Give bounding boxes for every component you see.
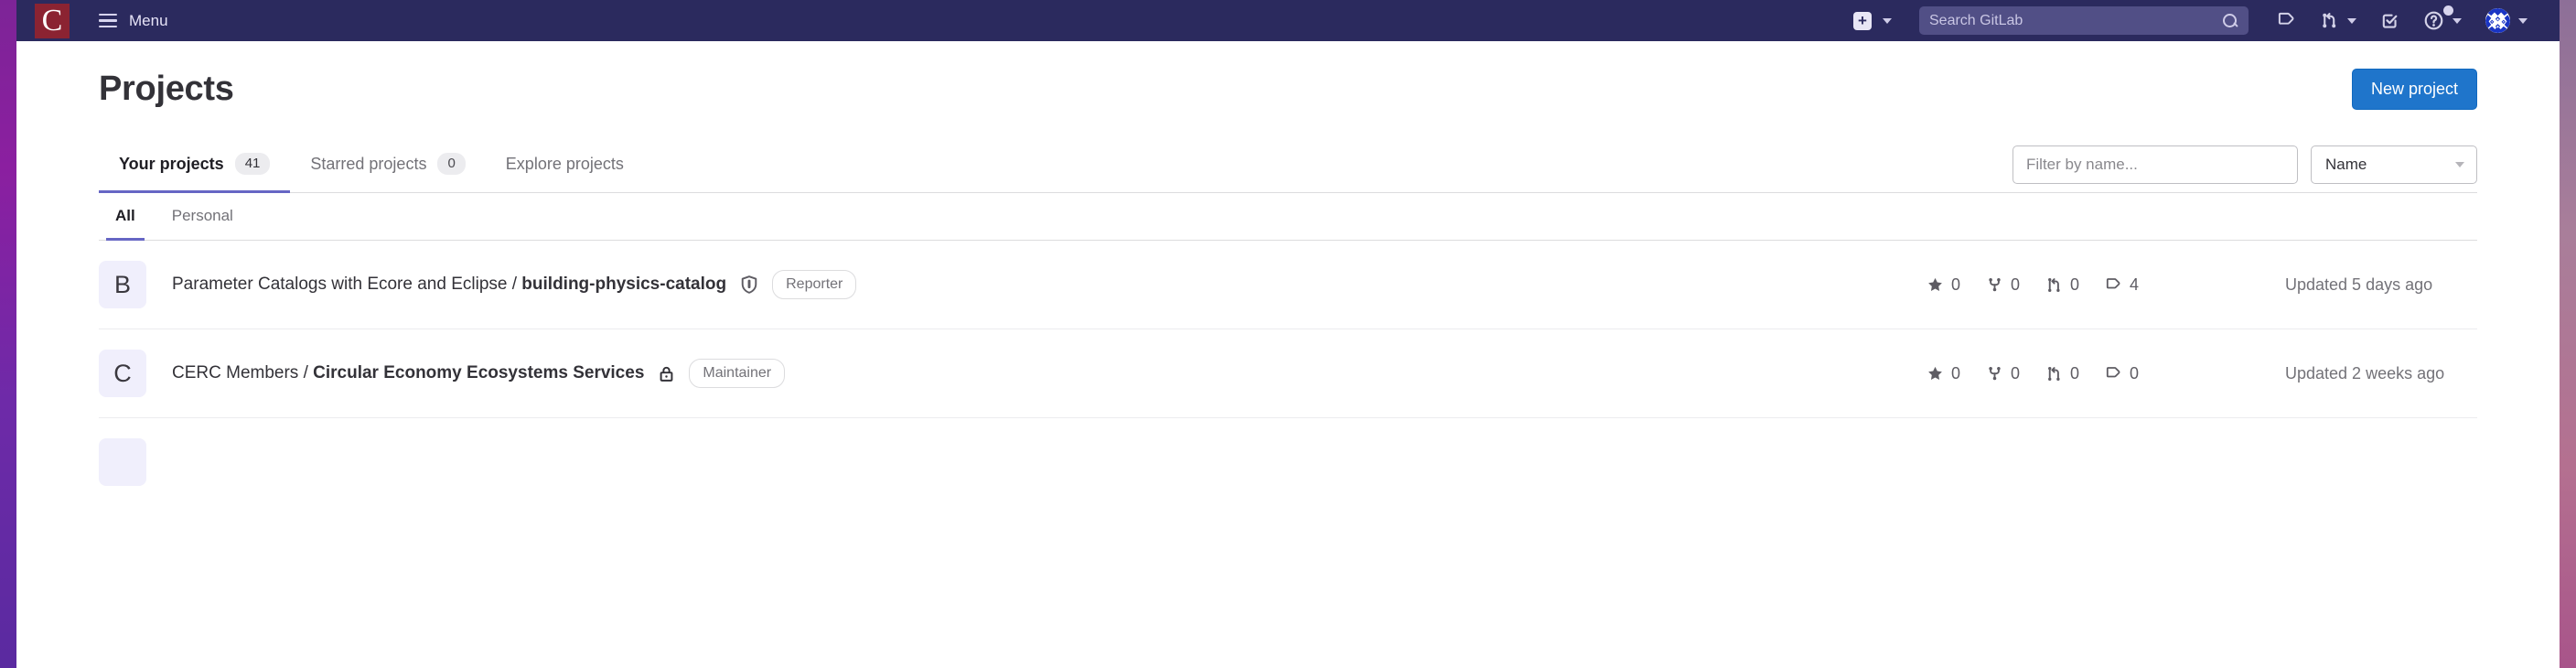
create-new-button[interactable]: +	[1853, 11, 1892, 30]
fork-icon	[1989, 366, 2001, 380]
table-row[interactable]: C CERC Members / Circular Economy Ecosys…	[99, 329, 2477, 418]
issues-icon	[2106, 366, 2120, 377]
stat-forks-value: 0	[2010, 275, 2020, 294]
tab-your-projects-label: Your projects	[119, 154, 224, 173]
star-icon	[1928, 277, 1942, 291]
page-title: Projects	[99, 70, 234, 108]
search-input[interactable]: Search GitLab	[1919, 6, 2249, 35]
stat-stars[interactable]: 0	[1927, 275, 1960, 295]
filter-by-name-input[interactable]	[2012, 145, 2298, 184]
stat-issues[interactable]: 4	[2105, 275, 2139, 295]
stat-merge-requests[interactable]: 0	[2045, 364, 2079, 383]
project-name: building-physics-catalog	[521, 275, 727, 294]
project-avatar	[99, 438, 146, 486]
projects-tabs-row: Your projects 41 Starred projects 0 Expl…	[99, 138, 2477, 193]
tab-starred-projects[interactable]: Starred projects 0	[290, 138, 485, 193]
project-updated-time: Updated 5 days ago	[2285, 275, 2433, 294]
navbar-left: C Menu	[16, 3, 168, 38]
notification-dot	[2443, 5, 2453, 16]
tab-your-projects-count: 41	[234, 153, 271, 175]
stat-issues[interactable]: 0	[2105, 364, 2139, 383]
main-menu-button[interactable]: Menu	[99, 12, 168, 30]
help-button[interactable]	[2411, 0, 2474, 41]
browser-window: C Menu + Search GitLab Projects New proj…	[0, 0, 2576, 668]
subtab-all[interactable]: All	[106, 193, 145, 241]
window-edge-left	[0, 0, 16, 668]
tab-explore-projects[interactable]: Explore projects	[486, 140, 644, 192]
fork-icon	[1989, 277, 2001, 291]
merge-request-icon	[2048, 366, 2060, 381]
page-content: Projects New project Your projects 41 St…	[16, 41, 2560, 668]
main-menu-label: Menu	[129, 11, 168, 29]
issues-icon	[2106, 277, 2120, 288]
chevron-down-icon	[2455, 162, 2464, 167]
stat-merge-requests-value: 0	[2069, 363, 2079, 382]
stat-issues-value: 0	[2129, 363, 2139, 382]
project-avatar: B	[99, 261, 146, 308]
project-namespace: CERC Members /	[172, 363, 314, 382]
project-stats: 0 0	[1927, 275, 2139, 295]
sort-dropdown[interactable]: Name	[2311, 145, 2477, 184]
hamburger-icon	[99, 13, 117, 28]
stat-stars[interactable]: 0	[1927, 364, 1960, 383]
projects-tabs: Your projects 41 Starred projects 0 Expl…	[99, 138, 644, 193]
projects-filters: Name	[2012, 145, 2477, 192]
sort-dropdown-label: Name	[2325, 156, 2367, 173]
issues-icon	[2278, 12, 2294, 25]
tab-your-projects[interactable]: Your projects 41	[99, 138, 291, 193]
stat-stars-value: 0	[1950, 275, 1960, 294]
lock-icon	[657, 364, 676, 383]
stat-forks[interactable]: 0	[1986, 275, 2020, 295]
todos-button[interactable]	[2368, 0, 2411, 41]
star-icon	[1928, 366, 1942, 380]
todos-icon	[2382, 14, 2398, 28]
project-updated-time: Updated 2 weeks ago	[2285, 363, 2445, 382]
new-project-button[interactable]: New project	[2351, 69, 2477, 110]
stat-merge-requests-value: 0	[2069, 275, 2079, 294]
projects-subtabs: All Personal	[99, 193, 2477, 241]
stat-forks[interactable]: 0	[1986, 364, 2020, 383]
window-edge-right	[2560, 0, 2576, 668]
navbar-right	[2265, 0, 2539, 41]
stat-issues-value: 4	[2129, 275, 2139, 294]
project-name-link[interactable]: CERC Members / Circular Economy Ecosyste…	[172, 363, 644, 383]
search-icon	[2222, 13, 2238, 29]
help-icon	[2424, 11, 2443, 30]
project-name-link[interactable]: Parameter Catalogs with Ecore and Eclips…	[172, 275, 726, 295]
project-name: Circular Economy Ecosystems Services	[313, 363, 645, 382]
tab-explore-projects-label: Explore projects	[505, 154, 624, 173]
chevron-down-icon	[2453, 17, 2462, 24]
stat-forks-value: 0	[2010, 363, 2020, 382]
table-row[interactable]: B Parameter Catalogs with Ecore and Ecli…	[99, 241, 2477, 329]
plus-square-icon: +	[1853, 11, 1872, 30]
table-row[interactable]	[99, 418, 2477, 506]
merge-requests-icon	[2323, 13, 2336, 28]
issues-button[interactable]	[2265, 0, 2308, 41]
status-badge: Reporter	[772, 270, 857, 299]
project-namespace: Parameter Catalogs with Ecore and Eclips…	[172, 275, 522, 294]
status-badge: Maintainer	[689, 359, 786, 388]
navbar-center: + Search GitLab	[1853, 6, 2249, 35]
merge-request-icon	[2048, 277, 2060, 292]
stat-merge-requests[interactable]: 0	[2045, 275, 2079, 295]
project-title-group: Parameter Catalogs with Ecore and Eclips…	[172, 270, 1927, 299]
project-stats: 0 0	[1927, 364, 2139, 383]
chevron-down-icon	[2347, 17, 2356, 24]
project-avatar: C	[99, 350, 146, 397]
brand-logo[interactable]: C	[35, 3, 70, 38]
search-placeholder: Search GitLab	[1929, 12, 2023, 28]
merge-requests-button[interactable]	[2308, 0, 2368, 41]
top-navbar: C Menu + Search GitLab	[16, 0, 2560, 41]
chevron-down-icon	[2518, 17, 2528, 24]
subtab-personal[interactable]: Personal	[163, 193, 242, 241]
tab-starred-projects-count: 0	[437, 153, 466, 175]
user-avatar-identicon	[2485, 8, 2510, 33]
project-title-group: CERC Members / Circular Economy Ecosyste…	[172, 359, 1927, 388]
user-menu-button[interactable]	[2474, 0, 2539, 41]
stat-stars-value: 0	[1950, 363, 1960, 382]
chevron-down-icon	[1883, 17, 1892, 24]
page-header: Projects New project	[99, 41, 2477, 110]
tab-starred-projects-label: Starred projects	[310, 154, 427, 173]
shield-icon	[739, 275, 759, 295]
